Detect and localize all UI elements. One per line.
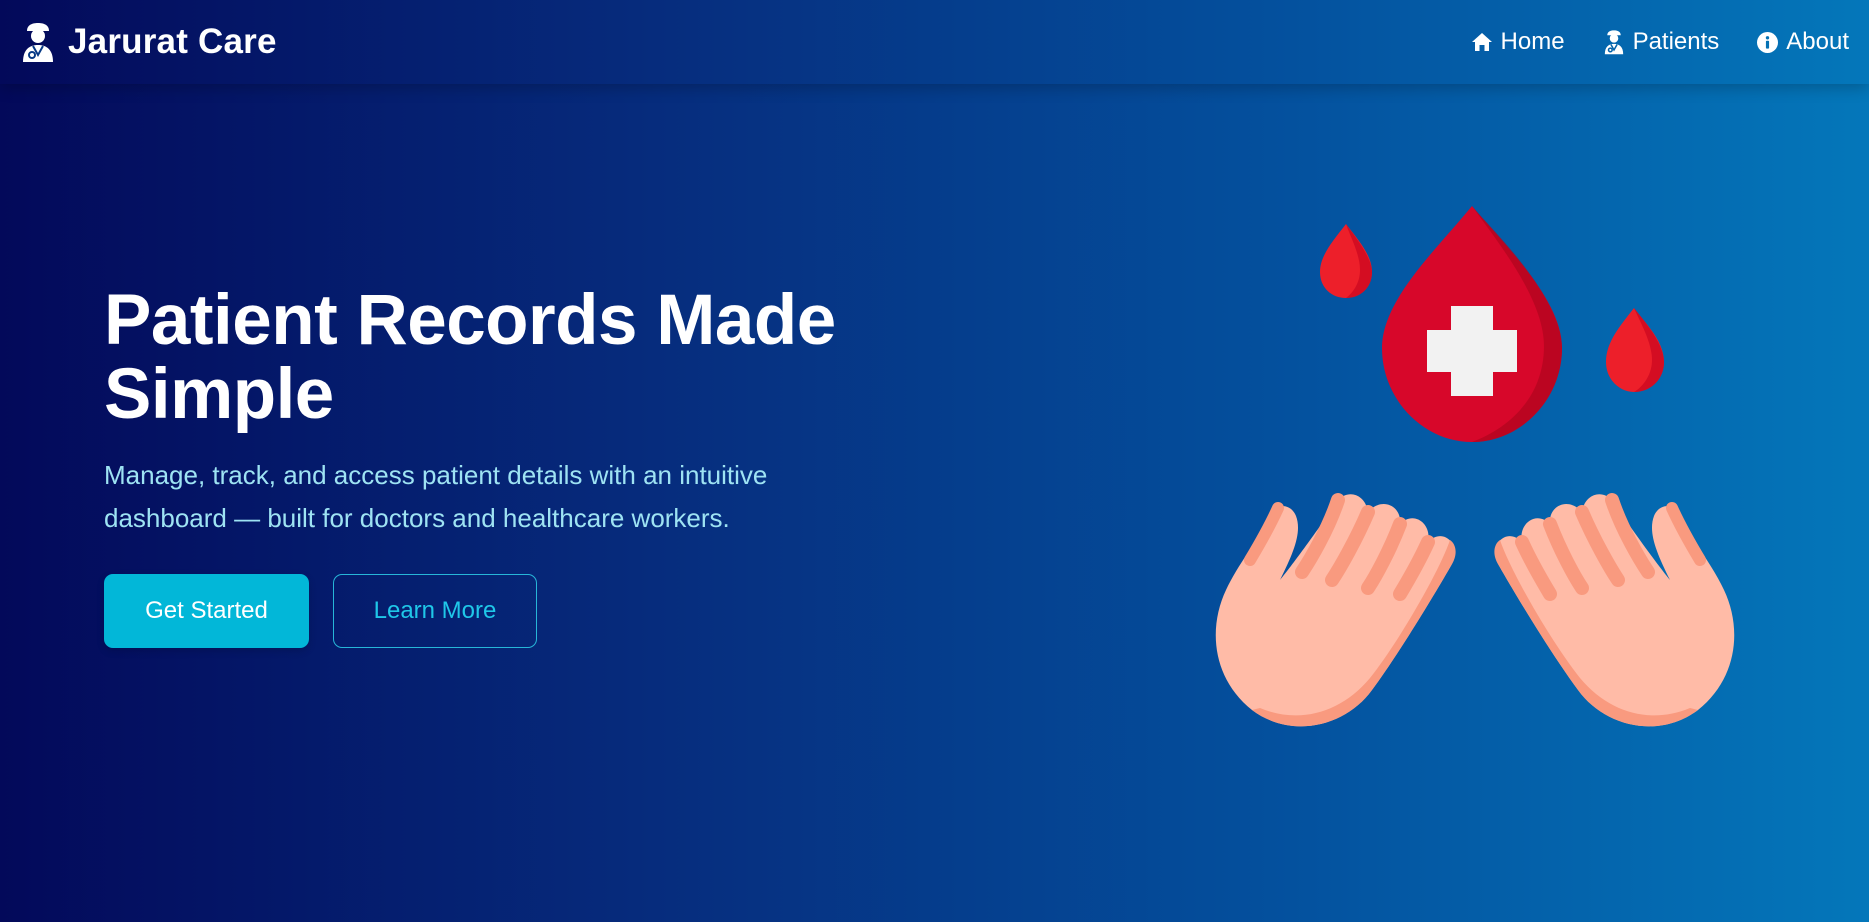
nav-patients-label: Patients: [1632, 28, 1720, 55]
nav-links: Home Patients About: [1471, 28, 1849, 56]
hero-title-line2: Simple: [104, 355, 334, 434]
navbar: Jarurat Care Home Patients About: [0, 0, 1869, 84]
blood-donation-hands-icon: [1215, 206, 1735, 727]
brand[interactable]: Jarurat Care: [20, 22, 277, 62]
right-hand: [1494, 493, 1735, 727]
left-hand: [1215, 493, 1456, 727]
nav-about-label: About: [1786, 28, 1849, 55]
hero-section: Patient Records Made Simple Manage, trac…: [104, 284, 964, 648]
brand-name: Jarurat Care: [68, 22, 277, 61]
hero-title: Patient Records Made Simple: [104, 284, 964, 432]
doctor-icon: [1604, 30, 1623, 55]
home-icon: [1471, 33, 1492, 51]
nav-home-label: Home: [1500, 28, 1565, 55]
nav-home-link[interactable]: Home: [1471, 28, 1565, 56]
nav-patients-link[interactable]: Patients: [1603, 28, 1720, 56]
hero-buttons: Get Started Learn More: [104, 574, 964, 648]
get-started-button[interactable]: Get Started: [104, 574, 309, 648]
info-circle-icon: [1757, 31, 1779, 53]
learn-more-button[interactable]: Learn More: [333, 574, 537, 648]
hero-subtitle-line1: Manage, track, and access patient detail…: [104, 460, 768, 490]
hero-title-line1: Patient Records Made: [104, 281, 836, 360]
hero-subtitle-line2: dashboard — built for doctors and health…: [104, 503, 730, 533]
doctor-icon: [23, 23, 53, 62]
nav-about-link[interactable]: About: [1757, 28, 1849, 56]
hero-subtitle: Manage, track, and access patient detail…: [104, 454, 904, 540]
